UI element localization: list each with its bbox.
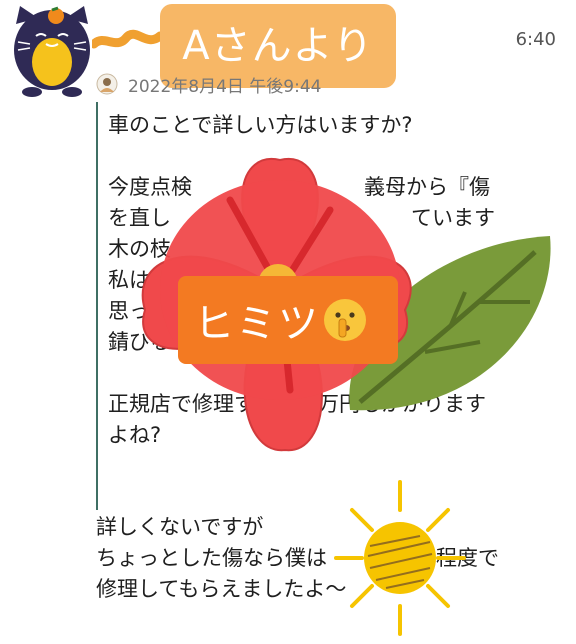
- user-avatar-icon[interactable]: [96, 73, 118, 95]
- quote-bar: [96, 102, 98, 510]
- name-redaction-scribble: [89, 26, 165, 56]
- cat-avatar[interactable]: [10, 4, 94, 98]
- timestamp: 6:40: [515, 29, 556, 50]
- quote-line: 車のことで詳しい方はいますか?: [108, 113, 413, 137]
- reply-line: 修理してもらえましたよ～: [96, 577, 347, 601]
- message-meta: 2022年8月4日 午後9:44: [96, 70, 321, 98]
- sun-sticker: [330, 476, 470, 640]
- secret-label: ヒミツ: [194, 301, 320, 347]
- message-date: 2022年8月4日 午後9:44: [128, 76, 322, 97]
- secret-badge: ヒミツ: [178, 276, 398, 364]
- reply-line: 詳しくないですが: [96, 515, 264, 539]
- reply-line: ちょっとした傷なら僕は 円程度で: [96, 546, 499, 570]
- cat-avatar-icon: [14, 6, 90, 97]
- shushing-face-icon: [324, 299, 366, 341]
- reply-message[interactable]: 詳しくないですが ちょっとした傷なら僕は 円程度で 修理してもらえましたよ～: [96, 512, 556, 605]
